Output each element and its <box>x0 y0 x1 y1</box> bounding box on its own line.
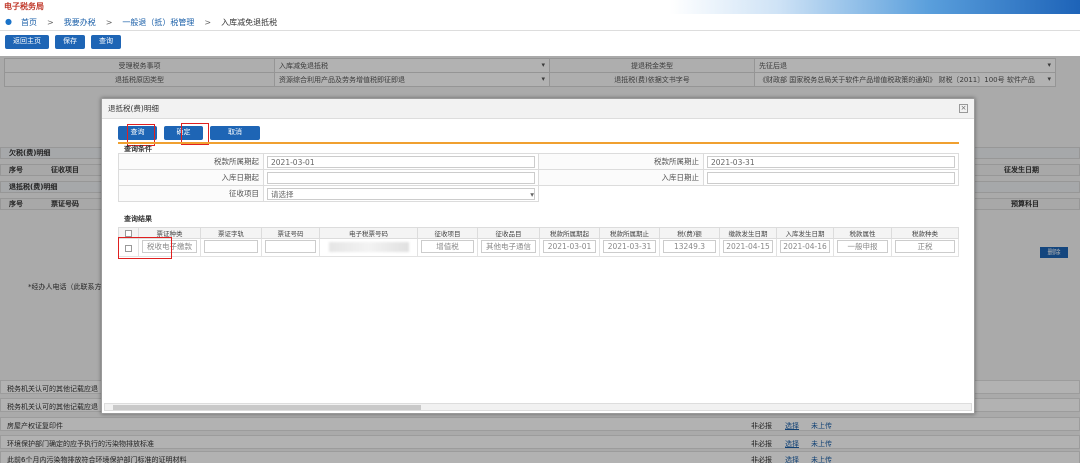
location-pin-icon: ● <box>5 17 12 26</box>
col-header: 票证号码 <box>261 227 320 239</box>
back-home-button[interactable]: 返回主页 <box>5 35 49 49</box>
period-start-label: 税款所属期起 <box>118 153 264 170</box>
result-table: 票证种类 票证字轨 票证号码 电子税票号码 征收项目 征收品目 税款所属期起 税… <box>118 227 959 257</box>
dialog-title: 退抵税(费)明细 <box>102 99 974 119</box>
col-header: 入库发生日期 <box>776 227 834 239</box>
stock-start-label: 入库日期起 <box>118 169 264 186</box>
save-button[interactable]: 保存 <box>55 35 85 49</box>
crumb-current: 入库减免退抵税 <box>221 17 278 27</box>
cell-e-ticket-no-redacted <box>328 241 409 252</box>
col-header: 税款所属期止 <box>599 227 660 239</box>
stock-end-label: 入库日期止 <box>538 169 704 186</box>
table-row[interactable]: 税收电子缴款 增值税 其他电子通信 2021-03-01 2021-03-31 … <box>118 238 959 257</box>
query-button[interactable]: 查询 <box>91 35 121 49</box>
col-header: 征收项目 <box>417 227 478 239</box>
period-end-label: 税款所属期止 <box>538 153 704 170</box>
col-header: 税款种类 <box>891 227 959 239</box>
cell-ticket-track <box>204 240 258 253</box>
top-banner: 电子税务局 <box>0 0 1080 14</box>
col-header: 税款所属期起 <box>539 227 600 239</box>
col-header: 缴款发生日期 <box>719 227 777 239</box>
cell-ticket-no <box>264 240 317 253</box>
crumb-refund-mgmt[interactable]: 一般退（抵）税管理 <box>122 17 194 28</box>
col-header: 票证字轨 <box>200 227 262 239</box>
crumb-tax[interactable]: 我要办税 <box>64 17 96 28</box>
col-header: 征收品目 <box>477 227 540 239</box>
highlight-row-select <box>118 237 172 259</box>
stock-end-input[interactable] <box>707 171 955 184</box>
cell-amount: 13249.3 <box>662 240 717 253</box>
col-header: 税(费)额 <box>659 227 720 239</box>
col-header: 电子税票号码 <box>319 227 418 239</box>
cell-attr: 一般申报 <box>836 240 889 253</box>
period-end-input[interactable]: 2021-03-31 <box>707 155 955 168</box>
site-logo: 电子税务局 <box>4 1 44 11</box>
cell-kind: 正税 <box>895 240 955 253</box>
result-header-row: 票证种类 票证字轨 票证号码 电子税票号码 征收项目 征收品目 税款所属期起 税… <box>118 227 959 239</box>
levy-select[interactable]: 请选择 ▾ <box>267 187 535 200</box>
cell-period-end: 2021-03-31 <box>602 240 657 253</box>
refund-detail-dialog: 退抵税(费)明细 × 查询 确定 取消 查询条件 税款所属期起 2021-03-… <box>101 98 975 414</box>
crumb-home[interactable]: 首页 <box>21 17 37 28</box>
cell-levy: 增值税 <box>420 240 475 253</box>
breadcrumb: ● 首页 > 我要办税 > 一般退（抵）税管理 > 入库减免退抵税 <box>0 14 1080 31</box>
cell-stock-date: 2021-04-16 <box>779 240 831 253</box>
cell-item: 其他电子通信 <box>481 240 536 253</box>
result-section-title: 查询结果 <box>124 215 152 223</box>
query-form: 税款所属期起 2021-03-01 税款所属期止 2021-03-31 入库日期… <box>118 153 959 202</box>
crumb-sep: > <box>105 17 113 27</box>
stock-start-input[interactable] <box>267 171 535 184</box>
cell-pay-date: 2021-04-15 <box>722 240 774 253</box>
crumb-sep: > <box>47 17 54 27</box>
crumb-sep: > <box>204 17 212 27</box>
main-toolbar: 返回主页 保存 查询 <box>0 35 121 51</box>
horizontal-scrollbar[interactable] <box>104 403 972 411</box>
levy-label: 征收项目 <box>118 185 264 202</box>
col-header: 税款属性 <box>833 227 892 239</box>
scrollbar-thumb[interactable] <box>113 405 421 410</box>
dialog-cancel-button[interactable]: 取消 <box>210 126 260 140</box>
close-icon[interactable]: × <box>959 104 968 113</box>
cell-period-start: 2021-03-01 <box>542 240 597 253</box>
section-divider <box>118 142 959 144</box>
period-start-input[interactable]: 2021-03-01 <box>267 155 535 168</box>
chevron-down-icon: ▾ <box>530 189 534 199</box>
